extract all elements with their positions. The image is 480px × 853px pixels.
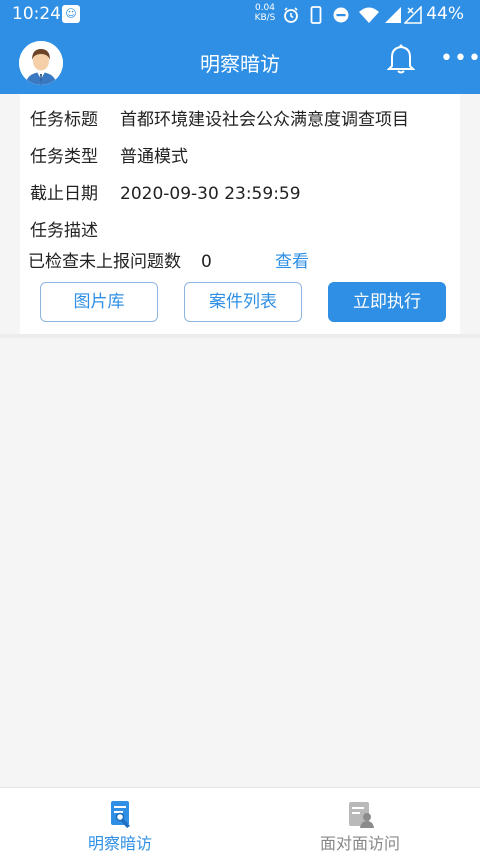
unreported-count-row: 已检查未上报问题数 0 [28,247,212,272]
do-not-disturb-icon [333,7,349,23]
task-deadline-value: 2020-09-30 23:59:59 [120,184,301,204]
case-list-button[interactable]: 案件列表 [184,282,302,322]
task-title-value: 首都环境建设社会公众满意度调查项目 [120,110,409,130]
tab-face-to-face-label: 面对面访问 [319,834,400,853]
task-description-row: 任务描述 [30,216,120,241]
task-type-label: 任务类型 [30,147,98,167]
wifi-icon [359,7,379,23]
network-speed-value: 0.04 [254,3,276,13]
gallery-button[interactable]: 图片库 [40,282,158,322]
tab-inspection[interactable]: 明察暗访 [0,788,240,853]
bottom-tab-bar: 明察暗访 面对面访问 [0,787,480,853]
view-link[interactable]: 查看 [275,247,309,272]
no-signal-icon [404,6,422,24]
title-bar: 明察暗访 ••• [0,30,480,94]
inspection-icon [111,801,130,828]
content-divider [0,334,480,338]
app-notification-icon: ☺ [62,5,80,23]
execute-now-button[interactable]: 立即执行 [328,282,446,322]
notification-bell-icon[interactable] [386,43,416,75]
task-card: 任务标题 首都环境建设社会公众满意度调查项目 任务类型 普通模式 截止日期 2020-… [20,94,460,334]
task-deadline-label: 截止日期 [30,184,98,204]
unreported-count-label: 已检查未上报问题数 [28,252,181,272]
task-description-label: 任务描述 [30,221,98,241]
interview-icon [349,802,374,828]
phone-icon [310,6,322,24]
alarm-icon [284,7,298,23]
signal-icon [385,7,401,23]
task-title-row: 任务标题 首都环境建设社会公众满意度调查项目 [30,105,409,130]
more-options-icon[interactable]: ••• [440,46,480,71]
task-type-value: 普通模式 [120,147,188,167]
battery-level: 44% [426,4,464,24]
tab-face-to-face[interactable]: 面对面访问 [240,788,480,853]
network-speed: 0.04 KB/S [252,3,278,23]
task-deadline-row: 截止日期 2020-09-30 23:59:59 [30,179,301,204]
unreported-count-value: 0 [201,252,212,272]
network-speed-unit: KB/S [254,13,276,23]
task-type-row: 任务类型 普通模式 [30,142,188,167]
task-title-label: 任务标题 [30,110,98,130]
status-bar: 10:24 ☺ 0.04 KB/S 44% [0,0,480,30]
tab-inspection-label: 明察暗访 [87,834,152,853]
status-time: 10:24 [12,4,61,24]
